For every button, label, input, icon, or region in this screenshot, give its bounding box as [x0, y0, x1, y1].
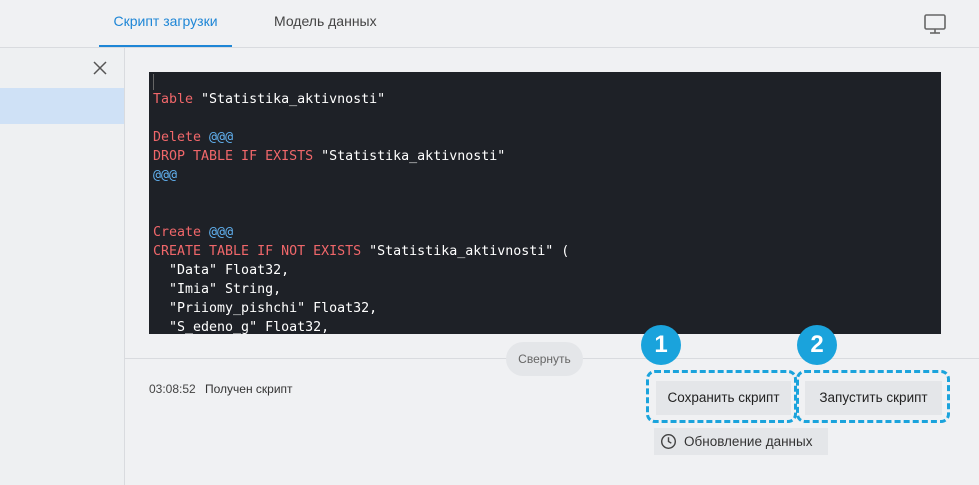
- code-line: "S_edeno_g" Float32,: [153, 318, 329, 334]
- top-bar: Скрипт загрузки Модель данных: [0, 0, 979, 48]
- left-panel-selected-item[interactable]: [0, 88, 124, 124]
- code-text: "Statistika_aktivnosti": [313, 149, 506, 164]
- close-icon[interactable]: [92, 60, 108, 76]
- tab-data-model[interactable]: Модель данных: [274, 0, 377, 47]
- code-line: "Imia" String,: [153, 280, 281, 299]
- script-editor[interactable]: Table "Statistika_aktivnosti" Delete @@@ D…: [149, 72, 941, 334]
- code-line: Table "Statistika_aktivnosti": [153, 90, 385, 109]
- clock-icon: [660, 433, 677, 450]
- code-line: "Priiomy_pishchi" Float32,: [153, 299, 377, 318]
- monitor-icon[interactable]: [923, 12, 947, 36]
- code-line: Delete @@@: [153, 128, 233, 147]
- code-text: "Priiomy_pishchi" Float32,: [153, 301, 378, 316]
- log-timestamp: 03:08:52: [149, 382, 196, 396]
- code-delimiter: @@@: [153, 168, 178, 183]
- code-line: CREATE TABLE IF NOT EXISTS "Statistika_a…: [153, 242, 569, 261]
- code-text: "Statistika_aktivnosti" (: [361, 244, 570, 259]
- annotation-frame-2: [796, 370, 950, 423]
- code-line: "Data" Float32,: [153, 261, 289, 280]
- code-text: "Data" Float32,: [153, 263, 290, 278]
- annotation-badge-1: 1: [641, 325, 681, 365]
- left-panel: [0, 48, 125, 485]
- code-line: DROP TABLE IF EXISTS "Statistika_aktivno…: [153, 147, 505, 166]
- code-delimiter: @@@: [201, 225, 234, 240]
- code-keyword: CREATE TABLE IF NOT EXISTS: [153, 244, 362, 259]
- annotation-frame-1: [646, 370, 797, 423]
- collapse-button[interactable]: Свернуть: [506, 342, 583, 376]
- data-update-label: Обновление данных: [684, 434, 813, 449]
- code-keyword: Create: [153, 225, 202, 240]
- code-text: "Imia" String,: [153, 282, 282, 297]
- code-text: "S_edeno_g" Float32,: [153, 320, 330, 334]
- tab-load-script[interactable]: Скрипт загрузки: [99, 0, 232, 47]
- code-keyword: DROP TABLE IF EXISTS: [153, 149, 314, 164]
- code-line: Create @@@: [153, 223, 233, 242]
- code-keyword: Table: [153, 92, 194, 107]
- annotation-badge-2: 2: [797, 325, 837, 365]
- code-text: "Statistika_aktivnosti": [193, 92, 386, 107]
- code-delimiter: @@@: [201, 130, 234, 145]
- text-cursor: [153, 74, 154, 90]
- data-update-button[interactable]: Обновление данных: [654, 428, 828, 455]
- log-message: Получен скрипт: [205, 382, 293, 396]
- code-keyword: Delete: [153, 130, 202, 145]
- code-line: @@@: [153, 166, 177, 185]
